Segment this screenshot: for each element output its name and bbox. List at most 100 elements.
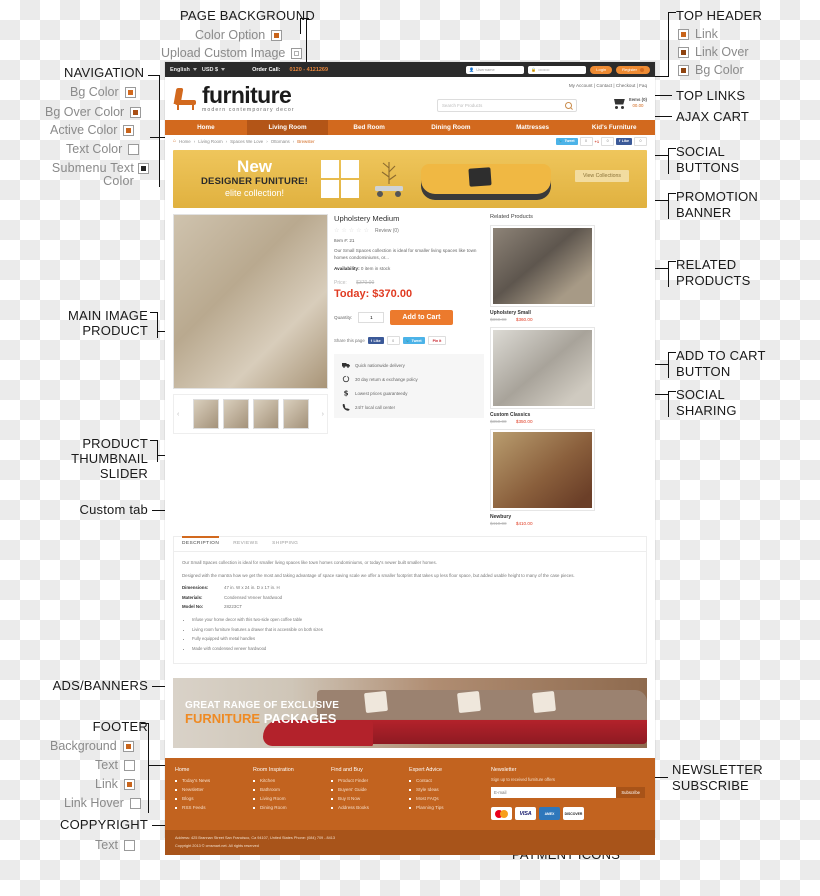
tab-reviews[interactable]: REVIEWS [233,541,258,548]
password-input[interactable]: 🔒 •••••••• [528,65,587,74]
main-product-image[interactable] [173,214,328,389]
color-swatch-icon[interactable] [129,797,141,809]
color-swatch-icon[interactable] [124,86,136,98]
color-swatch-icon[interactable] [678,46,689,58]
thumbnail-item[interactable] [282,399,309,429]
color-swatch-icon[interactable] [123,778,135,790]
top-link-checkout[interactable]: Checkout [616,83,635,88]
top-link-faq[interactable]: Faq [639,83,647,88]
footer-link[interactable]: RSS Feeds [175,805,253,810]
leader-line [668,193,676,194]
leader-line [150,440,158,441]
login-label: Login [596,67,607,72]
top-links[interactable]: My Account | Contact | Checkout | Faq [569,83,647,88]
color-swatch-icon[interactable] [123,839,135,851]
footer-link[interactable]: Buyers' Guide [331,787,409,792]
search-icon[interactable] [565,102,572,109]
gplus-button[interactable]: +1 [595,139,600,144]
footer-link[interactable]: Planning Tips [409,805,487,810]
currency-selector[interactable]: USD $ [202,67,226,73]
footer-link[interactable]: Living Room [253,796,331,801]
product-rating[interactable]: ☆ ☆ ☆ ☆ ☆ Review (0) [334,227,484,235]
color-swatch-icon[interactable] [271,29,283,41]
breadcrumb-ottomans[interactable]: Ottomans [271,139,290,144]
footer-link[interactable]: Contact [409,778,487,783]
review-count[interactable]: Review (0) [375,228,399,234]
search-input[interactable]: Search For Products [437,99,577,112]
color-swatch-icon[interactable] [130,106,142,118]
related-product-image[interactable] [490,429,595,511]
footer-link[interactable]: Address Books [331,805,409,810]
tab-description[interactable]: DESCRIPTION [182,536,220,548]
share-twitter-button[interactable]: 🐦 Tweet [402,337,425,344]
language-selector[interactable]: English [170,67,197,73]
share-facebook-button[interactable]: f Like [367,337,384,344]
related-product-image[interactable] [490,225,595,307]
footer-link[interactable]: Style Ideas [409,787,487,792]
color-swatch-icon[interactable] [138,163,149,174]
thumbnail-item[interactable] [222,399,249,429]
related-product-item[interactable]: Custom Classics $350.00 $350.00 [490,327,595,424]
newsletter-email-input[interactable] [491,787,617,799]
leader-line [668,391,676,392]
nav-item-kids-furniture[interactable]: Kid's Furniture [573,120,655,135]
thumbnail-item[interactable] [192,399,219,429]
nav-item-living-room[interactable]: Living Room [246,120,329,135]
related-product-image[interactable] [490,327,595,409]
footer-column-expert-advice: Expert Advice Contact Style Ideas Most F… [409,767,487,820]
view-collections-button[interactable]: View Collections [575,170,629,182]
login-button[interactable]: Login [590,65,613,74]
breadcrumb-living-room[interactable]: Living Room [198,139,222,144]
thumb-prev-icon[interactable]: ‹ [177,411,179,418]
footer-link[interactable]: Today's News [175,778,253,783]
breadcrumb-spaces-we-love[interactable]: Spaces We Love [230,139,263,144]
footer-link[interactable]: Buy It Now [331,796,409,801]
color-swatch-icon[interactable] [678,28,689,40]
color-swatch-icon[interactable] [128,143,140,155]
annotation-ads-banners: ADS/BANNERS [52,678,148,693]
tab-paragraph-2: Designed with the mantra how we get the … [182,572,575,578]
quantity-input[interactable] [358,312,385,323]
register-button[interactable]: Register [616,65,650,74]
share-pinterest-button[interactable]: Pin it [427,336,447,345]
color-swatch-icon[interactable] [123,759,135,771]
color-swatch-icon[interactable] [678,64,689,76]
ajax-cart[interactable]: Items (0) 00.00 [612,97,647,109]
footer-link[interactable]: Newsletter [175,787,253,792]
top-link-contact[interactable]: Contact [596,83,612,88]
breadcrumb-home[interactable]: Home [179,139,191,144]
footer-link[interactable]: Bathroom [253,787,331,792]
nav-item-mattresses[interactable]: Mattresses [492,120,574,135]
nav-item-home[interactable]: Home [165,120,247,135]
footer-link[interactable]: Kitchen [253,778,331,783]
nav-submenu-text-color-label: Submenu Text Color [51,161,134,188]
thumbnail-item[interactable] [252,399,279,429]
thumb-next-icon[interactable]: › [322,411,324,418]
service-item: $ Lowest prices guaranteedy [342,389,476,398]
top-link-my-account[interactable]: My Account [569,83,593,88]
footer-link[interactable]: Most FAQs [409,796,487,801]
newsletter-subscribe-button[interactable]: Subscribe [616,787,645,799]
product-thumbnail-slider[interactable]: ‹ › [173,394,328,434]
footer-link[interactable]: Product Finder [331,778,409,783]
ads-banner[interactable]: GREAT RANGE OF EXCLUSIVE FURNITURE PACKA… [173,678,647,749]
username-input[interactable]: 👤 Username [466,65,525,74]
image-swatch-icon[interactable] [291,47,303,59]
nav-item-bed-room[interactable]: Bed Room [328,120,410,135]
related-product-item[interactable]: Newbury $410.00 $410.00 [490,429,595,526]
header-logo-bar: furniture modern contemporary decor My A… [165,77,655,120]
footer-link[interactable]: Dining Room [253,805,331,810]
color-swatch-icon[interactable] [123,124,135,136]
facebook-like-button[interactable]: f Like [616,137,632,145]
add-to-cart-button[interactable]: Add to Cart [390,310,453,325]
brand-logo[interactable]: furniture modern contemporary decor [202,83,295,113]
nav-item-dining-room[interactable]: Dining Room [410,120,492,135]
pillow-decoration [532,691,556,714]
promotion-banner[interactable]: New DESIGNER FUNITURE! elite collection!… [173,150,647,208]
tab-shipping[interactable]: SHIPPING [272,541,298,548]
color-swatch-icon[interactable] [122,740,134,752]
footer-link[interactable]: Blogs [175,796,253,801]
related-product-item[interactable]: Upholstery Small $360.00 $360.00 [490,225,595,322]
twitter-share-button[interactable]: 🐦 Tweet [555,137,578,145]
leader-line [150,312,158,313]
